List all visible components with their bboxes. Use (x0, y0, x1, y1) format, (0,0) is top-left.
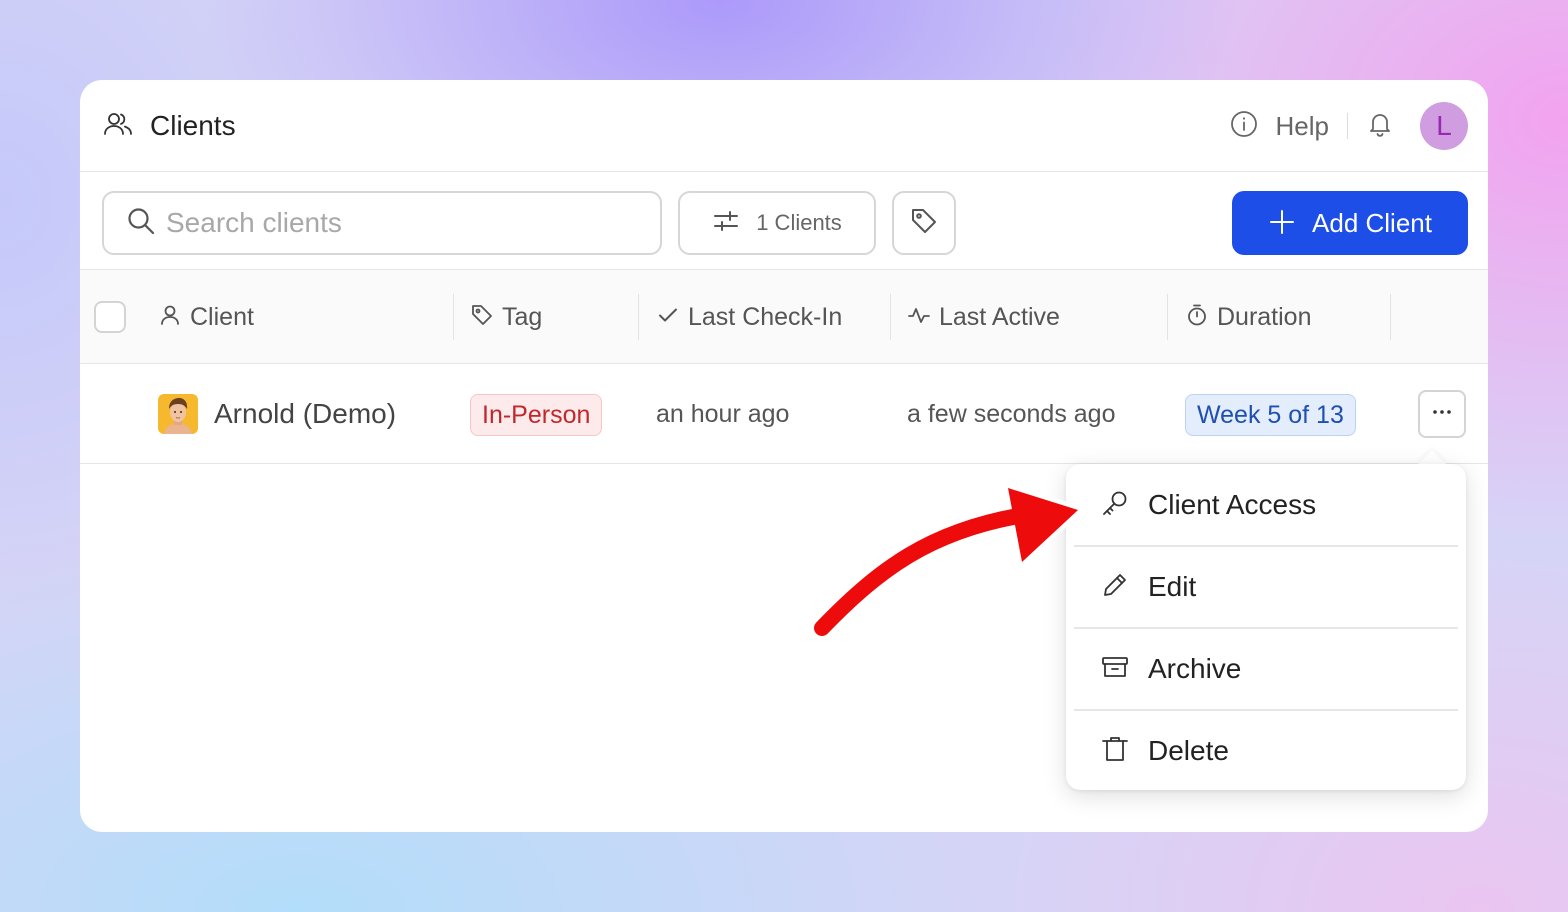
tag-icon (909, 206, 939, 241)
column-label: Last Check-In (688, 302, 843, 331)
search-input[interactable] (166, 207, 646, 239)
activity-icon (907, 303, 931, 332)
page-header: Clients Help L (80, 80, 1488, 172)
column-label: Tag (502, 302, 543, 331)
row-actions-menu: Client Access Edit Archive Delete (1066, 464, 1466, 790)
column-header-tag[interactable]: Tag (470, 270, 542, 364)
menu-label: Edit (1148, 571, 1197, 602)
header-divider (1347, 113, 1348, 139)
info-icon (1230, 110, 1258, 143)
add-client-label: Add Client (1312, 207, 1432, 238)
column-divider (1167, 294, 1168, 340)
client-avatar (158, 394, 198, 434)
column-label: Last Active (939, 302, 1060, 331)
menu-label: Delete (1148, 735, 1229, 766)
menu-item-delete[interactable]: Delete (1074, 710, 1458, 792)
filter-label: 1 Clients (756, 210, 842, 235)
bell-icon (1366, 113, 1394, 142)
archive-icon (1100, 652, 1130, 687)
trash-icon (1100, 734, 1130, 769)
avatar-initial: L (1436, 110, 1452, 141)
header-actions: Help L (1230, 80, 1468, 172)
column-header-last-check-in[interactable]: Last Check-In (656, 270, 842, 364)
tag-badge: In-Person (470, 394, 603, 436)
user-avatar[interactable]: L (1420, 102, 1468, 150)
last-active-value: a few seconds ago (907, 399, 1116, 428)
menu-item-edit[interactable]: Edit (1074, 546, 1458, 628)
column-header-duration[interactable]: Duration (1185, 270, 1312, 364)
select-all-checkbox[interactable] (94, 301, 126, 333)
page-title: Clients (150, 110, 236, 141)
menu-label: Client Access (1148, 489, 1317, 520)
table-row[interactable]: Arnold (Demo) In-Person an hour ago a fe… (80, 364, 1488, 464)
clients-card: Clients Help L Search clients 1 Clients … (80, 80, 1488, 832)
plus-icon (1268, 208, 1296, 239)
help-button[interactable]: Help (1230, 110, 1329, 143)
help-label: Help (1275, 110, 1329, 141)
menu-label: Archive (1148, 653, 1242, 684)
users-icon (102, 108, 134, 145)
column-divider (638, 294, 639, 340)
column-divider (453, 294, 454, 340)
column-divider (1390, 294, 1391, 340)
column-divider (890, 294, 891, 340)
row-actions-button[interactable] (1418, 390, 1466, 438)
key-icon (1100, 488, 1130, 523)
notifications-button[interactable] (1366, 110, 1394, 143)
title-group: Clients (102, 80, 236, 172)
tag-icon (470, 303, 494, 332)
search-box (102, 191, 662, 255)
duration-badge: Week 5 of 13 (1185, 394, 1356, 436)
add-client-button[interactable]: Add Client (1232, 191, 1468, 255)
client-name[interactable]: Arnold (Demo) (214, 398, 396, 430)
column-header-client[interactable]: Client (158, 270, 254, 364)
column-label: Duration (1217, 302, 1312, 331)
check-icon (656, 303, 680, 332)
column-label: Client (190, 302, 254, 331)
toolbar: 1 Clients Add Client (80, 172, 1488, 270)
more-horizontal-icon (1430, 400, 1454, 429)
search-icon (126, 206, 156, 241)
sliders-icon (712, 207, 740, 240)
user-icon (158, 303, 182, 332)
client-cell[interactable]: Arnold (Demo) (158, 364, 396, 464)
stopwatch-icon (1185, 303, 1209, 332)
tag-filter-button[interactable] (892, 191, 956, 255)
pencil-icon (1100, 570, 1130, 605)
table-header: Client Tag Last Check-In Last Active Dur… (80, 270, 1488, 364)
column-header-last-active[interactable]: Last Active (907, 270, 1060, 364)
filter-button[interactable]: 1 Clients (678, 191, 876, 255)
last-check-in-value: an hour ago (656, 399, 790, 428)
menu-item-client-access[interactable]: Client Access (1074, 464, 1458, 546)
menu-item-archive[interactable]: Archive (1074, 628, 1458, 710)
